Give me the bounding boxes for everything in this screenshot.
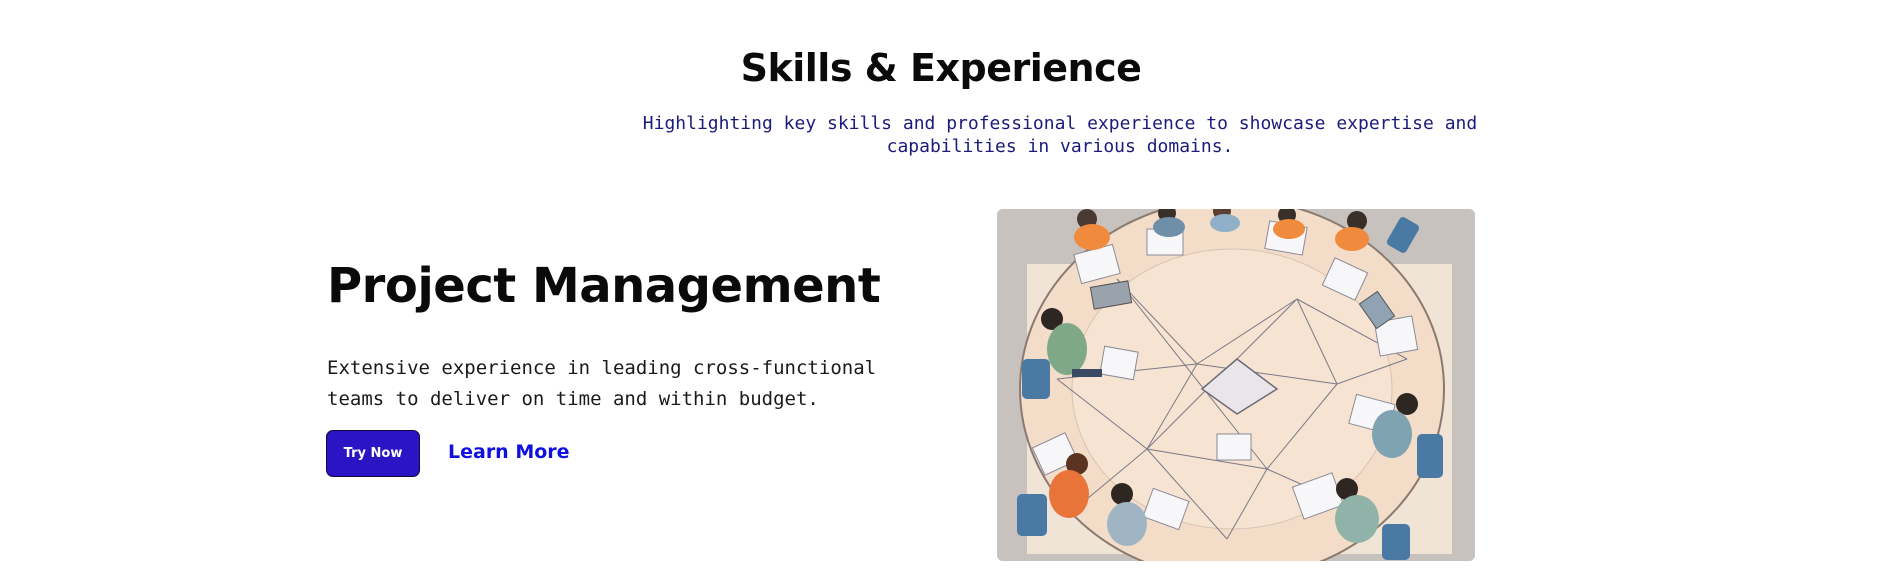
feature-description: Extensive experience in leading cross-fu… <box>327 357 877 410</box>
section-subtitle: Highlighting key skills and professional… <box>642 113 1478 157</box>
try-now-button[interactable]: Try Now <box>326 430 420 477</box>
section-title: Skills & Experience <box>740 46 1142 90</box>
team-meeting-illustration <box>997 209 1475 561</box>
learn-more-link[interactable]: Learn More <box>448 441 570 463</box>
feature-title: Project Management <box>327 258 881 314</box>
